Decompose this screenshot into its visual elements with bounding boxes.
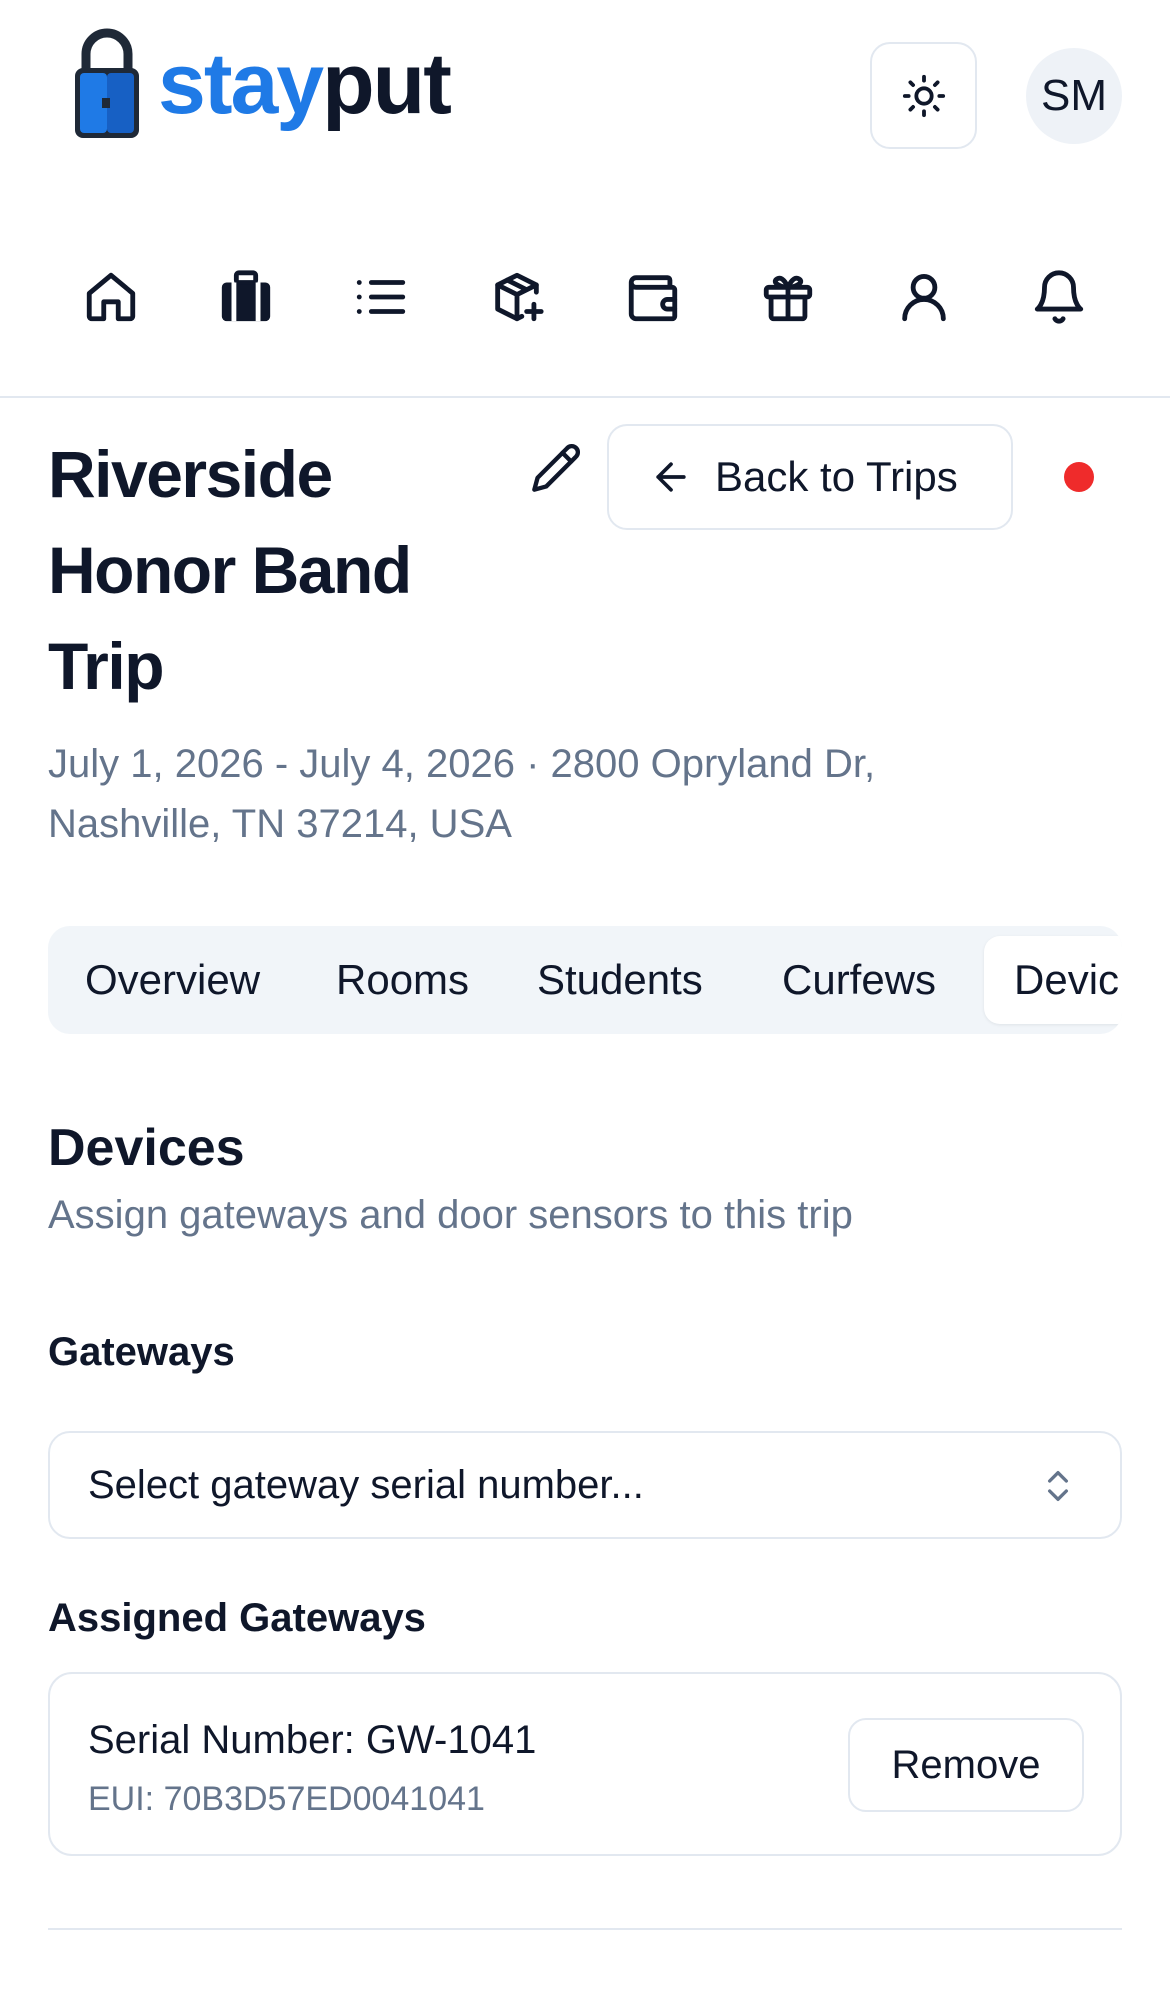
gateways-label: Gateways bbox=[48, 1330, 235, 1374]
back-to-trips-label: Back to Trips bbox=[715, 453, 958, 500]
devices-subtitle: Assign gateways and door sensors to this… bbox=[48, 1193, 853, 1237]
bell-icon[interactable] bbox=[1028, 266, 1090, 328]
tab-devices[interactable]: Devic bbox=[984, 936, 1122, 1024]
arrow-left-icon bbox=[656, 462, 686, 492]
app-header: stayput SM bbox=[0, 0, 1170, 200]
gift-icon[interactable] bbox=[757, 266, 819, 328]
trip-title: Riverside Honor Band Trip bbox=[48, 437, 412, 703]
list-icon[interactable] bbox=[350, 266, 412, 328]
gateway-eui: EUI: 70B3D57ED0041041 bbox=[88, 1780, 485, 1818]
main-nav bbox=[0, 248, 1170, 348]
section-divider bbox=[48, 1928, 1122, 1930]
gateway-serial-select[interactable]: Select gateway serial number... bbox=[48, 1431, 1122, 1539]
back-to-trips-button[interactable]: Back to Trips bbox=[607, 424, 1013, 530]
assigned-gateways-label: Assigned Gateways bbox=[48, 1596, 426, 1640]
wallet-icon[interactable] bbox=[622, 266, 684, 328]
brand-name-put: put bbox=[322, 36, 452, 132]
gateway-select-placeholder: Select gateway serial number... bbox=[88, 1462, 644, 1507]
assigned-gateway-card: Serial Number: GW-1041 EUI: 70B3D57ED004… bbox=[48, 1672, 1122, 1856]
status-indicator-dot bbox=[1064, 462, 1094, 492]
luggage-icon[interactable] bbox=[215, 266, 277, 328]
brand-name-stay: stay bbox=[158, 36, 324, 132]
sun-icon bbox=[902, 74, 945, 117]
tab-curfews[interactable]: Curfews bbox=[782, 936, 936, 1024]
home-icon[interactable] bbox=[80, 266, 142, 328]
stayput-logo[interactable]: stayput bbox=[72, 24, 452, 144]
trip-tabs: Overview Rooms Students Curfews Devic bbox=[48, 926, 1122, 1034]
chevrons-up-down-icon bbox=[1048, 1471, 1068, 1501]
edit-trip-button[interactable] bbox=[530, 442, 586, 498]
tab-students[interactable]: Students bbox=[537, 936, 703, 1024]
theme-toggle-button[interactable] bbox=[870, 42, 977, 149]
tab-rooms[interactable]: Rooms bbox=[336, 936, 469, 1024]
nav-divider bbox=[0, 396, 1170, 398]
gateway-serial-number: Serial Number: GW-1041 bbox=[88, 1718, 537, 1762]
user-icon[interactable] bbox=[893, 266, 955, 328]
padlock-logo-icon bbox=[75, 28, 139, 138]
remove-gateway-button[interactable]: Remove bbox=[848, 1718, 1084, 1812]
trip-dates-location: July 1, 2026 - July 4, 2026 · 2800 Opryl… bbox=[48, 742, 876, 846]
devices-heading: Devices bbox=[48, 1119, 245, 1177]
brand-name: stayput bbox=[158, 41, 452, 127]
package-plus-icon[interactable] bbox=[486, 266, 548, 328]
pencil-icon bbox=[532, 443, 581, 492]
tab-overview[interactable]: Overview bbox=[85, 936, 260, 1024]
user-avatar[interactable]: SM bbox=[1026, 48, 1122, 144]
